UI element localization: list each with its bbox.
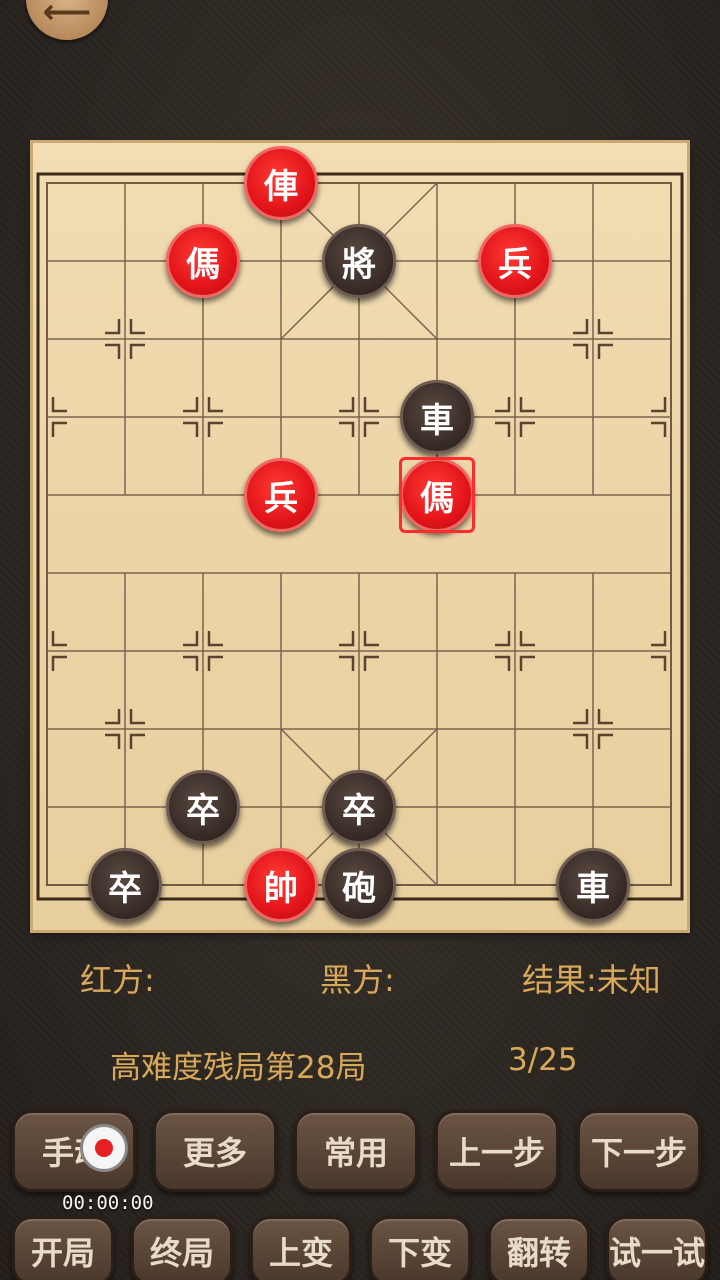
position-marker <box>519 631 535 647</box>
position-marker <box>105 319 121 335</box>
position-marker <box>519 421 535 437</box>
position-marker <box>573 319 589 335</box>
position-marker <box>495 421 511 437</box>
toolbar-button-4[interactable]: 下一步 <box>577 1110 701 1192</box>
position-marker <box>105 343 121 359</box>
red-piece[interactable]: 俥 <box>244 146 318 220</box>
position-marker <box>651 421 667 437</box>
toolbar-button-3[interactable]: 上一步 <box>435 1110 559 1192</box>
position-marker <box>129 709 145 725</box>
position-marker <box>573 709 589 725</box>
position-marker <box>339 421 355 437</box>
position-marker <box>129 733 145 749</box>
toolbar-button-1[interactable]: 更多 <box>153 1110 277 1192</box>
position-marker <box>597 319 613 335</box>
position-marker <box>597 733 613 749</box>
position-marker <box>129 319 145 335</box>
position-marker <box>495 397 511 413</box>
position-marker <box>339 655 355 671</box>
position-marker <box>183 421 199 437</box>
position-marker <box>573 733 589 749</box>
position-marker <box>105 733 121 749</box>
red-piece[interactable]: 帥 <box>244 848 318 922</box>
red-side-label: 红方: <box>80 961 155 999</box>
red-piece[interactable]: 傌 <box>166 224 240 298</box>
player-info-row: 红方: 黑方: 结果:未知 <box>0 955 720 999</box>
position-marker <box>519 655 535 671</box>
result-label: 结果:未知 <box>522 961 661 999</box>
level-title: 高难度残局第28局 <box>110 1050 367 1086</box>
position-marker <box>495 655 511 671</box>
position-marker <box>207 421 223 437</box>
black-piece[interactable]: 卒 <box>166 770 240 844</box>
black-piece[interactable]: 車 <box>556 848 630 922</box>
position-marker <box>51 631 67 647</box>
position-marker <box>51 421 67 437</box>
position-marker <box>363 421 379 437</box>
position-marker <box>51 397 67 413</box>
position-marker <box>651 631 667 647</box>
position-marker <box>597 709 613 725</box>
position-marker <box>651 655 667 671</box>
position-marker <box>183 397 199 413</box>
position-marker <box>651 397 667 413</box>
black-piece[interactable]: 卒 <box>88 848 162 922</box>
nav-button-0[interactable]: 开局 <box>12 1216 114 1280</box>
black-side-label: 黑方: <box>320 961 395 999</box>
black-piece[interactable]: 將 <box>322 224 396 298</box>
position-marker <box>573 343 589 359</box>
position-marker <box>207 397 223 413</box>
nav-button-1[interactable]: 终局 <box>131 1216 233 1280</box>
black-piece[interactable]: 卒 <box>322 770 396 844</box>
position-marker <box>51 655 67 671</box>
level-progress: 3/25 <box>508 1042 578 1078</box>
toolbar-button-2[interactable]: 常用 <box>294 1110 418 1192</box>
black-piece[interactable]: 車 <box>400 380 474 454</box>
record-icon[interactable] <box>80 1124 128 1172</box>
position-marker <box>597 343 613 359</box>
nav-button-5[interactable]: 试一试 <box>606 1216 708 1280</box>
position-marker <box>363 631 379 647</box>
nav-button-3[interactable]: 下变 <box>369 1216 471 1280</box>
position-marker <box>519 397 535 413</box>
position-marker <box>495 631 511 647</box>
position-marker <box>363 655 379 671</box>
position-marker <box>363 397 379 413</box>
red-piece[interactable]: 兵 <box>244 458 318 532</box>
position-marker <box>339 631 355 647</box>
position-marker <box>183 655 199 671</box>
position-marker <box>207 655 223 671</box>
red-piece[interactable]: 兵 <box>478 224 552 298</box>
level-info-row: 高难度残局第28局 3/25 <box>0 1042 720 1086</box>
position-marker <box>339 397 355 413</box>
position-marker <box>129 343 145 359</box>
record-timer: 00:00:00 <box>62 1192 154 1214</box>
record-dot <box>95 1139 113 1157</box>
red-piece[interactable]: 傌 <box>399 457 475 533</box>
nav-button-2[interactable]: 上变 <box>250 1216 352 1280</box>
chess-board[interactable]: 俥傌將兵車兵傌卒卒卒帥砲車 <box>33 143 687 930</box>
back-arrow-icon: ⟵ <box>42 0 92 32</box>
nav-button-4[interactable]: 翻转 <box>488 1216 590 1280</box>
position-marker <box>183 631 199 647</box>
black-piece[interactable]: 砲 <box>322 848 396 922</box>
position-marker <box>105 709 121 725</box>
position-marker <box>207 631 223 647</box>
